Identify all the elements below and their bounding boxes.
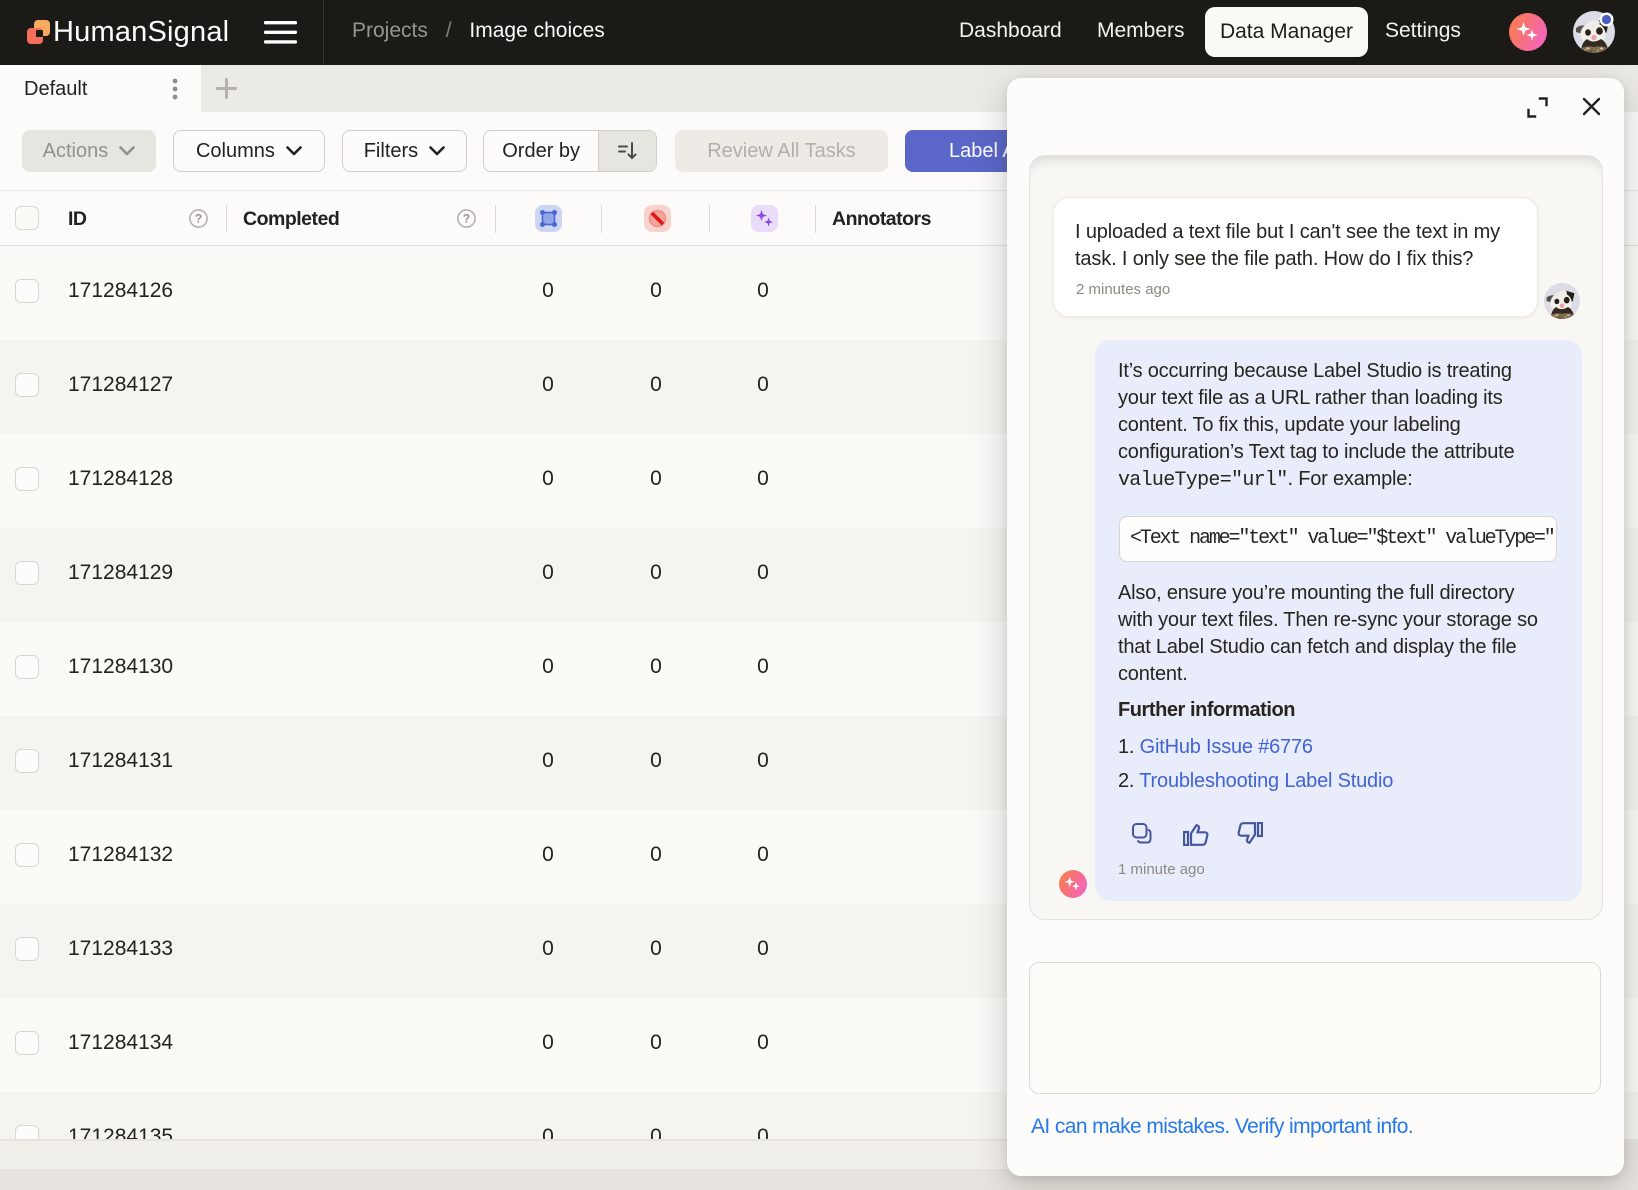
svg-text:?: ? [463, 212, 470, 226]
svg-text:?: ? [195, 212, 202, 226]
